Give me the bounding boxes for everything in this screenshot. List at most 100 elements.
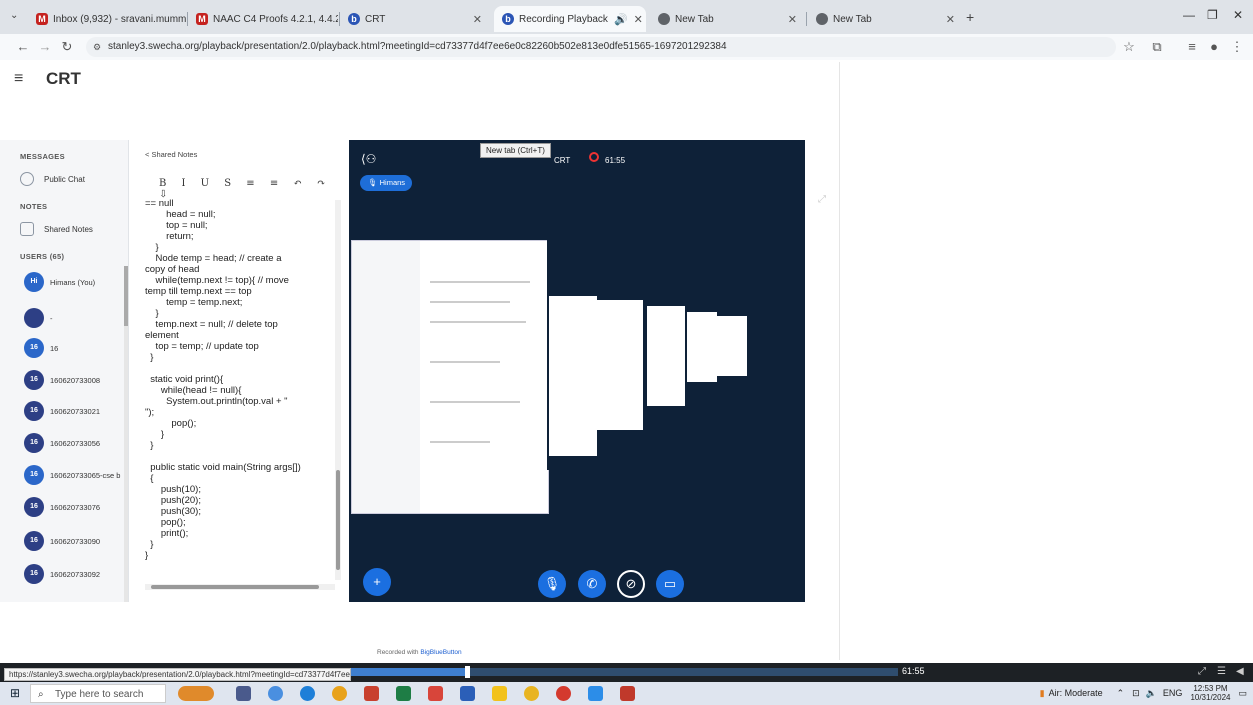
tab-inbox[interactable]: M Inbox (9,932) - sravani.mummo... ✕ (28, 6, 186, 32)
avatar (24, 308, 44, 328)
taskbar-search-input[interactable]: ⌕ Type here to search (30, 684, 166, 703)
tab-search-chevron-icon[interactable]: ⌄ (10, 10, 18, 21)
playback-time: 61:55 (902, 666, 925, 676)
settings-icon[interactable]: ☰ (1217, 666, 1226, 677)
user-item[interactable]: 16 160620733092 (24, 564, 100, 584)
fullscreen-icon[interactable]: ⤢ (818, 194, 826, 205)
widgets-icon[interactable] (268, 686, 283, 701)
minimize-button[interactable]: — (1183, 8, 1195, 22)
tab-naac[interactable]: M NAAC C4 Proofs 4.2.1, 4.4.2, 4.3... ✕ (188, 6, 338, 32)
users-list-scrollbar[interactable] (124, 266, 128, 602)
avatar: 16 (24, 433, 44, 453)
user-name: 160620733021 (50, 406, 101, 416)
user-item[interactable]: 16 160620733056 (24, 433, 100, 453)
presentation-frame: MESSAGES Public Chat NOTES Shared Notes … (0, 140, 826, 602)
user-name: 160620733092 (50, 569, 101, 579)
task-view-icon[interactable] (236, 686, 251, 701)
screen-share-button[interactable]: ▭ (656, 570, 684, 598)
app-icon[interactable] (524, 686, 539, 701)
menu-kebab-icon[interactable]: ⋮ (1228, 38, 1246, 56)
close-icon[interactable]: ✕ (628, 13, 643, 26)
nested-stage (547, 240, 805, 470)
microphone-button[interactable]: 🎙 (538, 570, 566, 598)
air-quality[interactable]: Air: Moderate (1049, 688, 1103, 698)
user-item[interactable]: Hi Himans (You) (24, 272, 95, 292)
language-indicator[interactable]: ENG (1163, 688, 1183, 698)
public-chat-item[interactable]: Public Chat (20, 172, 85, 186)
tab-recording-playback[interactable]: b Recording Playback 🔊 ✕ (494, 6, 646, 32)
user-item[interactable]: 16 160620733021 (24, 401, 100, 421)
tab-label: Inbox (9,932) - sravani.mummo... (53, 13, 186, 25)
shared-notes-item[interactable]: Shared Notes (20, 222, 93, 236)
user-item[interactable]: 16 160620733090 (24, 531, 100, 551)
user-name: 16 (50, 343, 59, 353)
phone-button[interactable]: ✆ (578, 570, 606, 598)
user-item[interactable]: 16 160620733008 (24, 370, 100, 390)
halloween-widget-icon[interactable] (178, 686, 214, 701)
clock-date: 10/31/2024 (1190, 693, 1231, 702)
notes-editor[interactable]: == null head = null; top = null; return;… (145, 198, 339, 578)
back-icon[interactable]: ← (14, 38, 32, 56)
actions-plus-button[interactable]: + (363, 568, 391, 596)
close-icon[interactable]: ✕ (940, 13, 955, 26)
search-icon: ⌕ (38, 689, 44, 700)
audio-icon[interactable]: 🔊 (608, 13, 628, 26)
user-item[interactable]: - (24, 308, 53, 328)
notes-scrollbar[interactable] (335, 200, 341, 580)
volume-icon[interactable]: ◀ (1236, 666, 1244, 677)
profile-avatar-icon[interactable]: ● (1205, 38, 1223, 56)
file-explorer-icon[interactable] (492, 686, 507, 701)
app-icon[interactable] (620, 686, 635, 701)
clock[interactable]: 12:53 PM 10/31/2024 (1190, 684, 1230, 702)
bbb-link[interactable]: BigBlueButton (420, 649, 461, 656)
tab-label: New Tab (833, 13, 872, 25)
excel-icon[interactable] (396, 686, 411, 701)
user-item[interactable]: 16 16 (24, 338, 58, 358)
address-bar[interactable]: ⚙ stanley3.swecha.org/playback/presentat… (86, 37, 1116, 57)
reading-list-icon[interactable]: ≡ (1183, 38, 1201, 56)
user-name: 160620733065-cse b (50, 470, 121, 480)
notes-horizontal-scrollbar[interactable] (145, 584, 335, 590)
close-icon[interactable]: ✕ (467, 13, 482, 26)
app-icon[interactable] (428, 686, 443, 701)
tray-chevron-icon[interactable]: ⌃ (1117, 688, 1125, 699)
reload-icon[interactable]: ↻ (58, 38, 76, 56)
extensions-icon[interactable]: ⧉ (1148, 38, 1166, 56)
speaker-icon[interactable]: 🔈 (1146, 688, 1157, 699)
fullscreen-icon[interactable]: ⤢ (1198, 666, 1206, 677)
shared-notes-label: Shared Notes (44, 224, 93, 234)
chrome-icon[interactable] (332, 686, 347, 701)
user-item[interactable]: 16 160620733065-cse b (24, 465, 120, 485)
word-icon[interactable] (460, 686, 475, 701)
users-heading: USERS (65) (20, 252, 65, 261)
camera-off-button[interactable]: ⊘ (617, 570, 645, 598)
user-item[interactable]: 16 160620733076 (24, 497, 100, 517)
forward-icon[interactable]: → (36, 38, 54, 56)
notes-format-toolbar[interactable]: B I U S ≡ ≡ ↶ ↷ ⇩ (159, 178, 348, 200)
presentation-stage: ⟨⚇ 🎙 Himans CRT 61:55 ⋮ ⤢ + 🎙 ✆ ⊘ ▭ (349, 140, 826, 602)
playback-scrubber-handle[interactable] (465, 666, 471, 678)
shared-notes-back-link[interactable]: < Shared Notes (145, 150, 197, 159)
users-toggle-icon[interactable]: ⟨⚇ (361, 152, 376, 166)
maximize-button[interactable]: ❐ (1207, 8, 1218, 22)
tab-crt[interactable]: b CRT ✕ (340, 6, 490, 32)
site-info-icon[interactable]: ⚙ (93, 37, 101, 57)
bbb-sidebar: MESSAGES Public Chat NOTES Shared Notes … (0, 140, 129, 602)
windows-start-icon[interactable]: ⊞ (10, 686, 20, 700)
bookmark-star-icon[interactable]: ☆ (1120, 38, 1138, 56)
close-window-button[interactable]: ✕ (1233, 8, 1243, 22)
tab-new-tab-2[interactable]: New Tab ✕ (808, 6, 963, 32)
avatar: 16 (24, 401, 44, 421)
notifications-icon[interactable]: ▭ (1238, 688, 1247, 699)
app-icon[interactable] (588, 686, 603, 701)
options-kebab-icon[interactable]: ⋮ (810, 152, 822, 166)
new-tab-button[interactable]: + (966, 9, 974, 25)
link-hover-status: https://stanley3.swecha.org/playback/pre… (4, 668, 351, 681)
powerpoint-icon[interactable] (364, 686, 379, 701)
tab-new-tab-1[interactable]: New Tab ✕ (650, 6, 805, 32)
hamburger-menu-icon[interactable]: ≡ (14, 70, 23, 88)
chrome-running-icon[interactable] (556, 686, 571, 701)
close-icon[interactable]: ✕ (782, 13, 797, 26)
edge-icon[interactable] (300, 686, 315, 701)
network-icon[interactable]: ⊡ (1132, 688, 1140, 699)
